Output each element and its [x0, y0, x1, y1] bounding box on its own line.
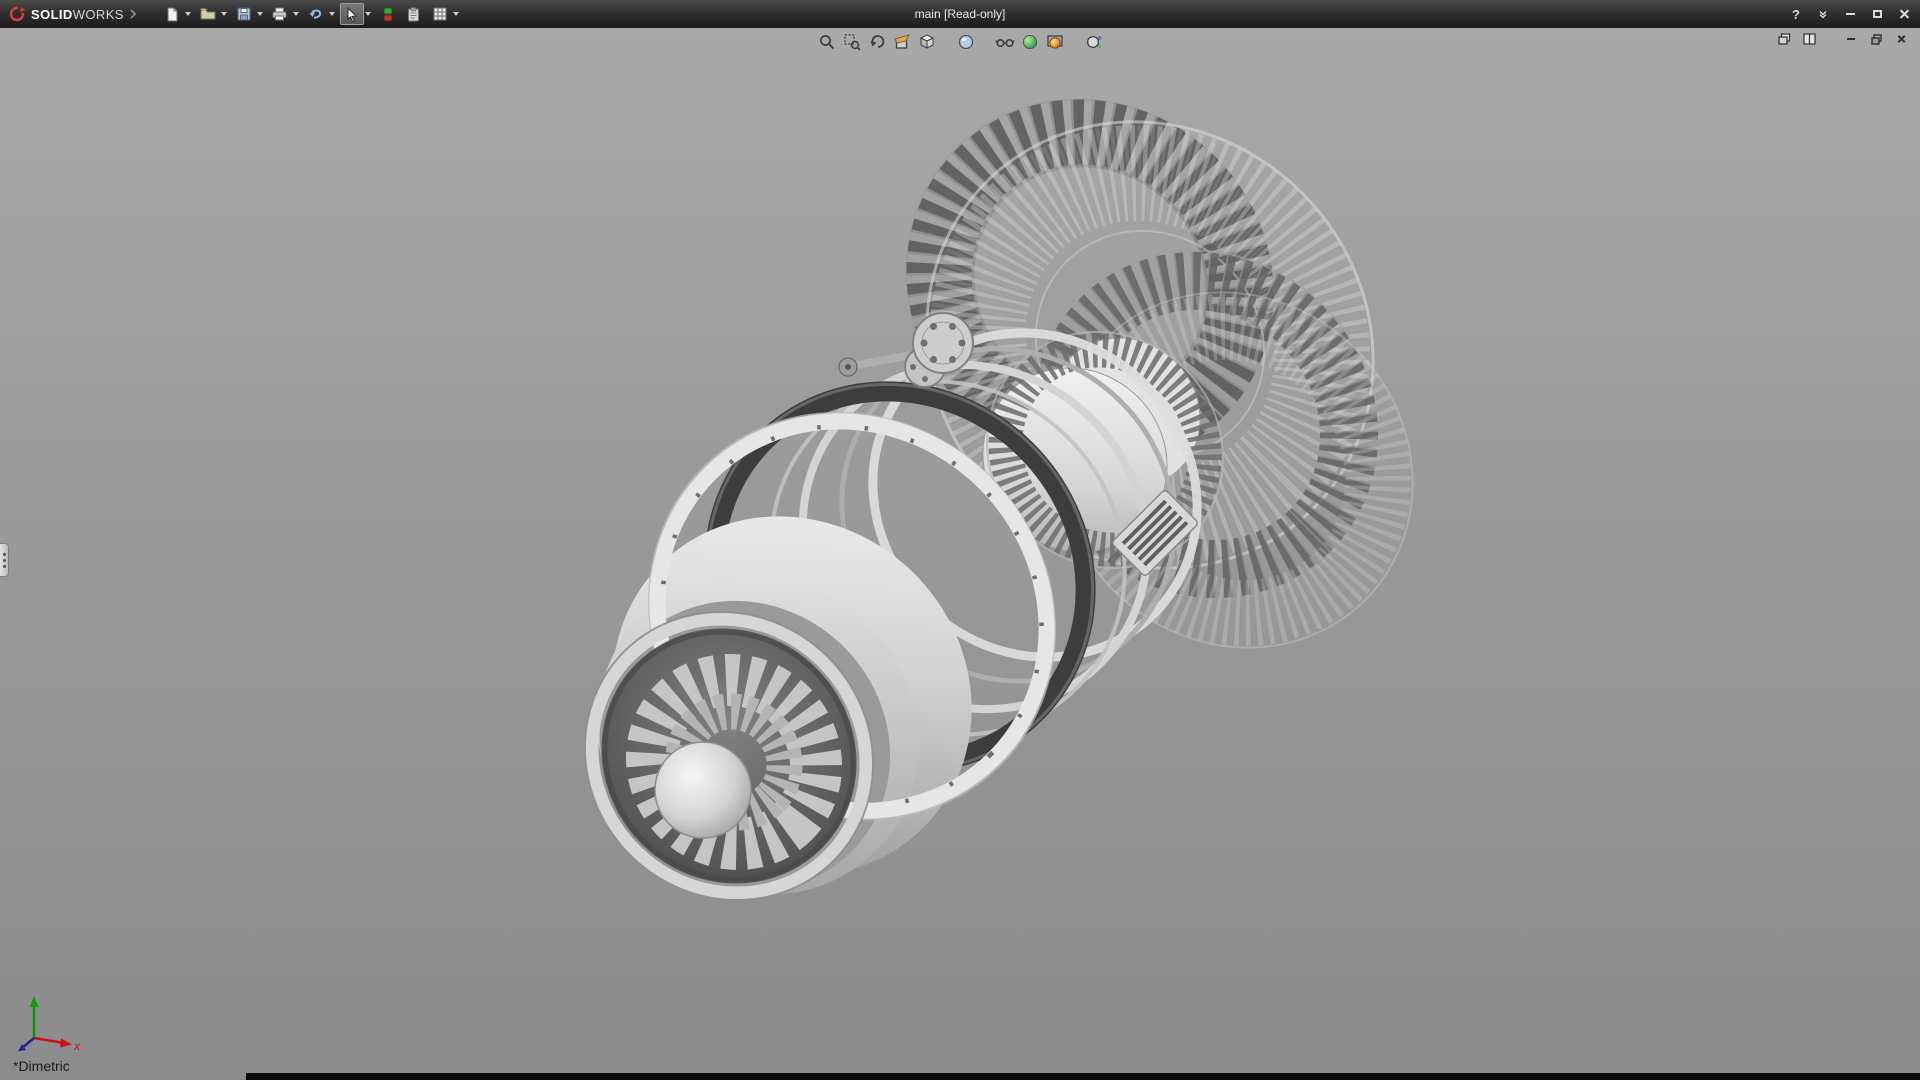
document-title: main [Read-only]	[915, 7, 1006, 21]
main-toolbar	[148, 3, 462, 25]
view-orientation-button[interactable]	[914, 31, 939, 53]
undo-button[interactable]	[304, 3, 328, 25]
print-dropdown-caret[interactable]	[293, 12, 299, 16]
copy-settings-button[interactable]	[402, 3, 426, 25]
taskbar-strip	[246, 1073, 1920, 1080]
undo-dropdown-caret[interactable]	[329, 12, 335, 16]
tile-windows-icon[interactable]	[1800, 31, 1818, 47]
toolbar-item-print	[268, 3, 302, 25]
cascade-windows-icon[interactable]	[1775, 31, 1793, 47]
toolbar-item-undo	[304, 3, 338, 25]
select-button[interactable]	[340, 3, 364, 25]
app-brand: SOLIDWORKS	[0, 6, 148, 22]
open-button[interactable]	[196, 3, 220, 25]
toolbar-item-copy-settings	[402, 3, 426, 25]
document-window-controls	[1775, 31, 1910, 47]
hide-show-items-button[interactable]	[992, 31, 1017, 53]
brand-chevron-icon[interactable]	[129, 6, 138, 22]
print-button[interactable]	[268, 3, 292, 25]
solidworks-logo-icon	[8, 6, 26, 22]
zoom-to-fit-button[interactable]	[814, 31, 839, 53]
apply-scene-button[interactable]	[1042, 31, 1067, 53]
solidworks-window: SOLIDWORKS	[0, 0, 1920, 1080]
window-controls: ?	[1786, 0, 1914, 28]
select-dropdown-caret[interactable]	[365, 12, 371, 16]
help-button[interactable]: ?	[1786, 5, 1806, 24]
edit-appearance-button[interactable]	[1017, 31, 1042, 53]
feature-manager-splitter-tab[interactable]	[0, 543, 9, 577]
reference-triad: x	[16, 986, 86, 1054]
toolbar-item-new	[160, 3, 194, 25]
minimize-document-button[interactable]	[1842, 31, 1860, 47]
restore-document-button[interactable]	[1867, 31, 1885, 47]
toolbar-item-select	[340, 3, 374, 25]
options-dropdown-caret[interactable]	[453, 12, 459, 16]
brand-light: WORKS	[73, 7, 124, 22]
brand-bold: SOLID	[31, 7, 73, 22]
toolbar-item-options	[428, 3, 462, 25]
save-button[interactable]	[232, 3, 256, 25]
app-name: SOLIDWORKS	[31, 7, 124, 22]
graphics-viewport: x *Dimetric	[0, 28, 1920, 1080]
view-orientation-label: *Dimetric	[13, 1058, 70, 1074]
triad-y-axis	[30, 996, 39, 1007]
zoom-to-area-button[interactable]	[839, 31, 864, 53]
nozzle-hub[interactable]	[655, 742, 751, 838]
minimize-button[interactable]	[1840, 5, 1860, 24]
open-dropdown-caret[interactable]	[221, 12, 227, 16]
display-style-button[interactable]	[953, 31, 978, 53]
toolbar-item-open	[196, 3, 230, 25]
selection-filter-button[interactable]	[376, 3, 400, 25]
toolbar-item-save	[232, 3, 266, 25]
triad-x-axis	[60, 1039, 72, 1048]
close-document-button[interactable]	[1892, 31, 1910, 47]
heads-up-view-toolbar	[814, 30, 1106, 54]
close-button[interactable]	[1894, 5, 1914, 24]
section-view-button[interactable]	[889, 31, 914, 53]
previous-view-button[interactable]	[864, 31, 889, 53]
toolbar-item-selection-filter	[376, 3, 400, 25]
new-document-dropdown-caret[interactable]	[185, 12, 191, 16]
triad-x-label: x	[73, 1039, 81, 1053]
new-document-button[interactable]	[160, 3, 184, 25]
options-button[interactable]	[428, 3, 452, 25]
triad-z-axis	[22, 1038, 34, 1048]
view-settings-button[interactable]	[1081, 31, 1106, 53]
title-bar: SOLIDWORKS	[0, 0, 1920, 28]
engine-3d-model[interactable]	[0, 28, 1920, 1080]
save-dropdown-caret[interactable]	[257, 12, 263, 16]
expand-ribbon-button[interactable]	[1813, 5, 1833, 24]
maximize-button[interactable]	[1867, 5, 1887, 24]
